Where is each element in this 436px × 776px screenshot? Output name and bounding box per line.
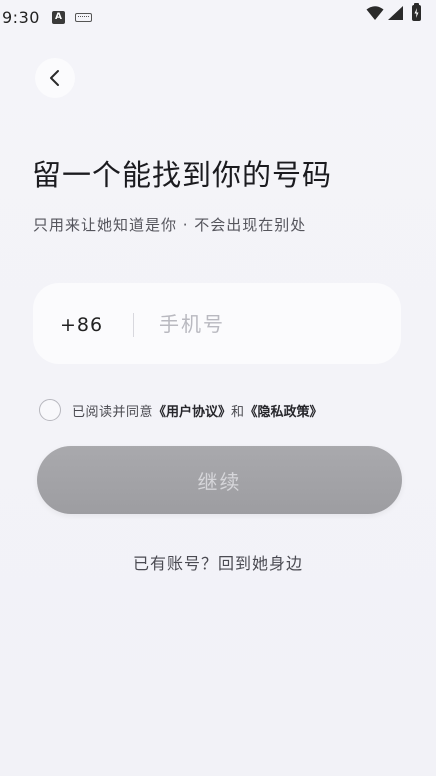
country-code[interactable]: +86 — [60, 314, 103, 336]
phone-field[interactable]: +86 — [33, 283, 401, 364]
back-button[interactable] — [35, 58, 75, 98]
agreement-checkbox[interactable] — [39, 399, 61, 421]
chevron-left-icon — [50, 70, 59, 86]
phone-number-input[interactable] — [159, 305, 379, 343]
agreement-conjunction: 和 — [231, 404, 245, 420]
status-bar: 9:30 A — [0, 0, 436, 34]
registration-screen: 9:30 A 留一个能找到你的号码 只用来让她知道是你 · 不会出现在别处 +8… — [0, 0, 436, 776]
page-subtitle: 只用来让她知道是你 · 不会出现在别处 — [33, 216, 307, 234]
privacy-policy-link[interactable]: 《隐私政策》 — [245, 401, 323, 420]
battery-icon — [412, 3, 421, 21]
user-agreement-link[interactable]: 《用户协议》 — [153, 401, 231, 420]
signal-icon — [388, 6, 403, 20]
continue-button[interactable]: 继续 — [37, 446, 402, 514]
existing-account-link[interactable]: 已有账号？回到她身边 — [0, 550, 436, 574]
wifi-icon — [366, 6, 384, 20]
notification-a-icon: A — [52, 11, 65, 24]
field-divider — [133, 313, 134, 337]
agreement-prefix: 已阅读并同意 — [72, 404, 154, 420]
status-time: 9:30 — [2, 8, 40, 27]
page-title: 留一个能找到你的号码 — [32, 158, 333, 192]
keyboard-icon — [75, 13, 92, 22]
agreement-row: 已阅读并同意 《用户协议》 和 《隐私政策》 — [39, 398, 323, 422]
